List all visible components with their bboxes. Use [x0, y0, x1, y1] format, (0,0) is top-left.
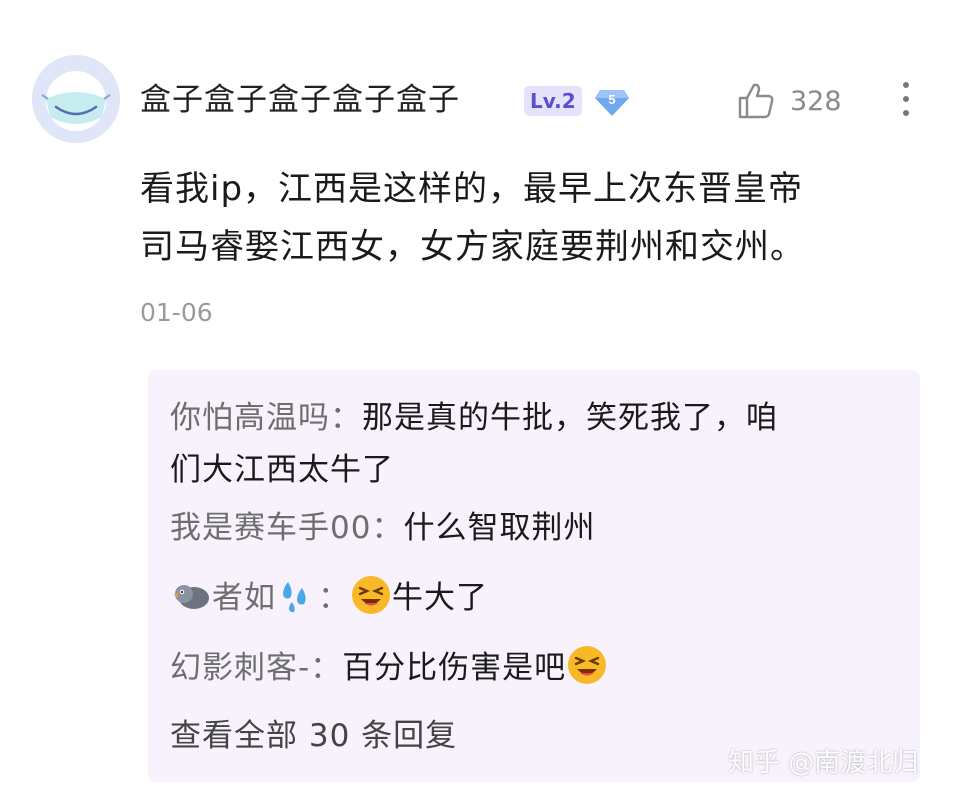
username[interactable]: 盒子盒子盒子盒子盒子	[140, 78, 460, 122]
reply-author[interactable]: 幻影刺客-：	[170, 650, 342, 686]
more-dot-icon	[903, 82, 909, 88]
more-dot-icon	[903, 110, 909, 116]
reply-text: 们大江西太牛了	[170, 452, 394, 488]
reply-item[interactable]: 你怕高温吗：那是真的牛批，笑死我了，咱 们大江西太牛了	[170, 392, 900, 496]
comment-content-line: 司马睿娶江西女，女方家庭要荆州和交州。	[140, 227, 805, 267]
reply-item[interactable]: 我是赛车手00：什么智取荆州	[170, 502, 900, 554]
diamond-icon: 5	[595, 90, 629, 116]
reply-author-colon: ：	[318, 580, 350, 616]
bird-icon	[170, 574, 212, 616]
thumbs-up-icon	[738, 83, 774, 119]
comment-content: 看我ip，江西是这样的，最早上次东晋皇帝 司马睿娶江西女，女方家庭要荆州和交州。	[140, 160, 930, 276]
laughing-emoji-icon	[350, 574, 392, 616]
reply-author[interactable]: 你怕高温吗：	[170, 400, 362, 436]
comment-card: 盒子盒子盒子盒子盒子 Lv.2 5 328 看我ip，江西是这样的，最早上次东晋…	[0, 0, 960, 800]
reply-author[interactable]: 者如	[212, 580, 276, 616]
like-button[interactable]: 328	[736, 78, 842, 124]
avatar-masked-face-icon	[32, 55, 120, 143]
reply-item[interactable]: 者如 ： 牛大了	[170, 572, 900, 624]
more-options-button[interactable]	[896, 78, 916, 122]
reply-author[interactable]: 我是赛车手00：	[170, 510, 403, 546]
laughing-emoji-icon	[566, 644, 608, 686]
comment-date: 01-06	[140, 298, 213, 327]
like-count: 328	[790, 85, 842, 117]
sweat-drops-icon	[276, 574, 318, 616]
watermark: 知乎 @南渡北归	[728, 748, 919, 778]
avatar[interactable]	[32, 55, 120, 143]
reply-text: 百分比伤害是吧	[342, 650, 567, 686]
view-all-replies-link[interactable]: 查看全部 30 条回复	[170, 714, 457, 758]
replies-panel: 你怕高温吗：那是真的牛批，笑死我了，咱 们大江西太牛了 我是赛车手00：什么智取…	[148, 370, 920, 782]
level-badge: Lv.2	[524, 86, 582, 116]
reply-text: 什么智取荆州	[403, 510, 596, 546]
diamond-level-number: 5	[608, 92, 615, 107]
reply-text: 那是真的牛批，笑死我了，咱	[362, 400, 778, 436]
reply-text: 牛大了	[392, 580, 488, 616]
reply-item[interactable]: 幻影刺客-：百分比伤害是吧	[170, 642, 900, 694]
diamond-badge: 5	[594, 84, 630, 118]
comment-content-line: 看我ip，江西是这样的，最早上次东晋皇帝	[140, 169, 804, 209]
more-dot-icon	[903, 96, 909, 102]
